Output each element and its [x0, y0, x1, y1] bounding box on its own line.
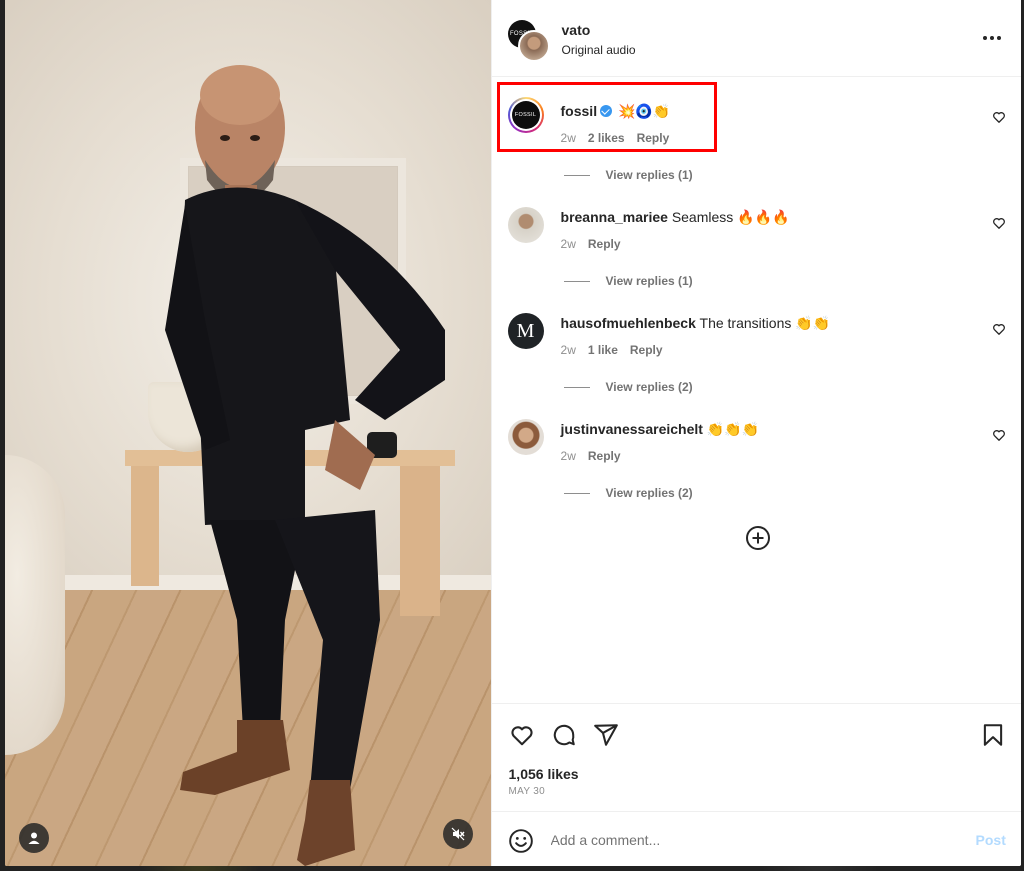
comment-text: justinvanessareichelt 👏👏👏 — [561, 421, 760, 438]
post-media[interactable] — [5, 0, 491, 866]
view-replies-button[interactable]: View replies (1) — [563, 168, 693, 182]
comment-meta: 2w Reply — [561, 449, 621, 463]
comment-item: FOSSIL fossil 💥🧿👏 2w 2 likes Reply View … — [492, 77, 1021, 187]
collab-avatars[interactable]: FOSSIL — [507, 20, 550, 62]
comment-time[interactable]: 2w — [561, 449, 576, 463]
person-icon — [28, 832, 40, 844]
mute-button[interactable] — [443, 819, 473, 849]
comment-body: 👏👏👏 — [706, 421, 760, 437]
reply-button[interactable]: Reply — [637, 131, 670, 145]
plus-circle-icon[interactable] — [745, 525, 771, 551]
comment-meta: 2w 2 likes Reply — [561, 131, 670, 145]
avatar-logo: FOSSIL — [511, 101, 540, 129]
avatar[interactable]: M — [507, 313, 544, 349]
comment-body: 💥🧿👏 — [617, 103, 671, 119]
avatar-letter: M — [516, 319, 535, 342]
post-date[interactable]: MAY 30 — [509, 786, 545, 797]
view-replies-label: View replies (2) — [605, 380, 693, 394]
comment-username[interactable]: fossil — [561, 103, 598, 119]
heart-icon[interactable] — [992, 110, 1006, 124]
comment-time[interactable]: 2w — [561, 237, 576, 251]
post-actions: 1,056 likes MAY 30 — [491, 703, 1021, 812]
tagged-people-button[interactable] — [19, 823, 49, 853]
heart-icon[interactable] — [992, 216, 1006, 230]
post-sidebar: FOSSIL vato Original audio FOSSIL fossil… — [490, 0, 1021, 866]
share-icon[interactable] — [593, 722, 619, 748]
avatar[interactable] — [507, 419, 544, 455]
comment-likes[interactable]: 2 likes — [588, 131, 625, 145]
comment-composer: Post — [491, 811, 1021, 866]
comment-text: breanna_mariee Seamless 🔥🔥🔥 — [561, 209, 790, 226]
view-replies-label: View replies (1) — [605, 168, 693, 182]
comment-item: M hausofmuehlenbeck The transitions 👏👏 2… — [492, 293, 1021, 399]
comment-icon[interactable] — [551, 722, 577, 748]
avatar[interactable]: FOSSIL — [507, 97, 544, 133]
avatar[interactable] — [507, 207, 544, 243]
reply-button[interactable]: Reply — [588, 237, 621, 251]
verified-badge-icon — [600, 105, 613, 117]
comment-item: justinvanessareichelt 👏👏👏 2w Reply View … — [492, 399, 1021, 505]
bookmark-icon[interactable] — [980, 722, 1006, 748]
comment-list: FOSSIL fossil 💥🧿👏 2w 2 likes Reply View … — [492, 77, 1021, 703]
comment-username[interactable]: hausofmuehlenbeck — [561, 315, 696, 331]
comment-text: fossil 💥🧿👏 — [561, 103, 671, 120]
post-button[interactable]: Post — [976, 832, 1006, 848]
comment-text: hausofmuehlenbeck The transitions 👏👏 — [561, 315, 831, 332]
heart-icon[interactable] — [509, 722, 535, 748]
emoji-icon[interactable] — [508, 828, 534, 854]
comment-body: Seamless 🔥🔥🔥 — [671, 209, 790, 225]
comment-time[interactable]: 2w — [561, 343, 576, 357]
person-figure — [165, 65, 445, 866]
more-icon — [982, 36, 1001, 40]
comment-username[interactable]: justinvanessareichelt — [561, 421, 703, 437]
reply-button[interactable]: Reply — [630, 343, 663, 357]
view-replies-button[interactable]: View replies (1) — [563, 274, 693, 288]
heart-icon[interactable] — [992, 322, 1006, 336]
avatar — [517, 30, 550, 62]
view-replies-label: View replies (1) — [605, 274, 693, 288]
more-options-button[interactable] — [978, 28, 1006, 48]
comment-meta: 2w 1 like Reply — [561, 343, 663, 357]
comment-time[interactable]: 2w — [561, 131, 576, 145]
post-modal: FOSSIL vato Original audio FOSSIL fossil… — [5, 0, 1021, 866]
post-header: FOSSIL vato Original audio — [491, 0, 1021, 77]
comment-input[interactable] — [550, 826, 951, 854]
reply-button[interactable]: Reply — [588, 449, 621, 463]
comment-meta: 2w Reply — [561, 237, 621, 251]
audio-link[interactable]: Original audio — [562, 43, 636, 57]
view-replies-button[interactable]: View replies (2) — [563, 486, 693, 500]
mute-icon — [451, 827, 465, 841]
view-replies-button[interactable]: View replies (2) — [563, 380, 693, 394]
comment-username[interactable]: breanna_mariee — [561, 209, 668, 225]
comment-likes[interactable]: 1 like — [588, 343, 618, 357]
view-replies-label: View replies (2) — [605, 486, 693, 500]
comment-item: breanna_mariee Seamless 🔥🔥🔥 2w Reply Vie… — [492, 187, 1021, 293]
comment-body: The transitions 👏👏 — [699, 315, 831, 331]
post-username[interactable]: vato — [562, 22, 591, 38]
heart-icon[interactable] — [992, 428, 1006, 442]
like-count[interactable]: 1,056 likes — [509, 766, 579, 782]
